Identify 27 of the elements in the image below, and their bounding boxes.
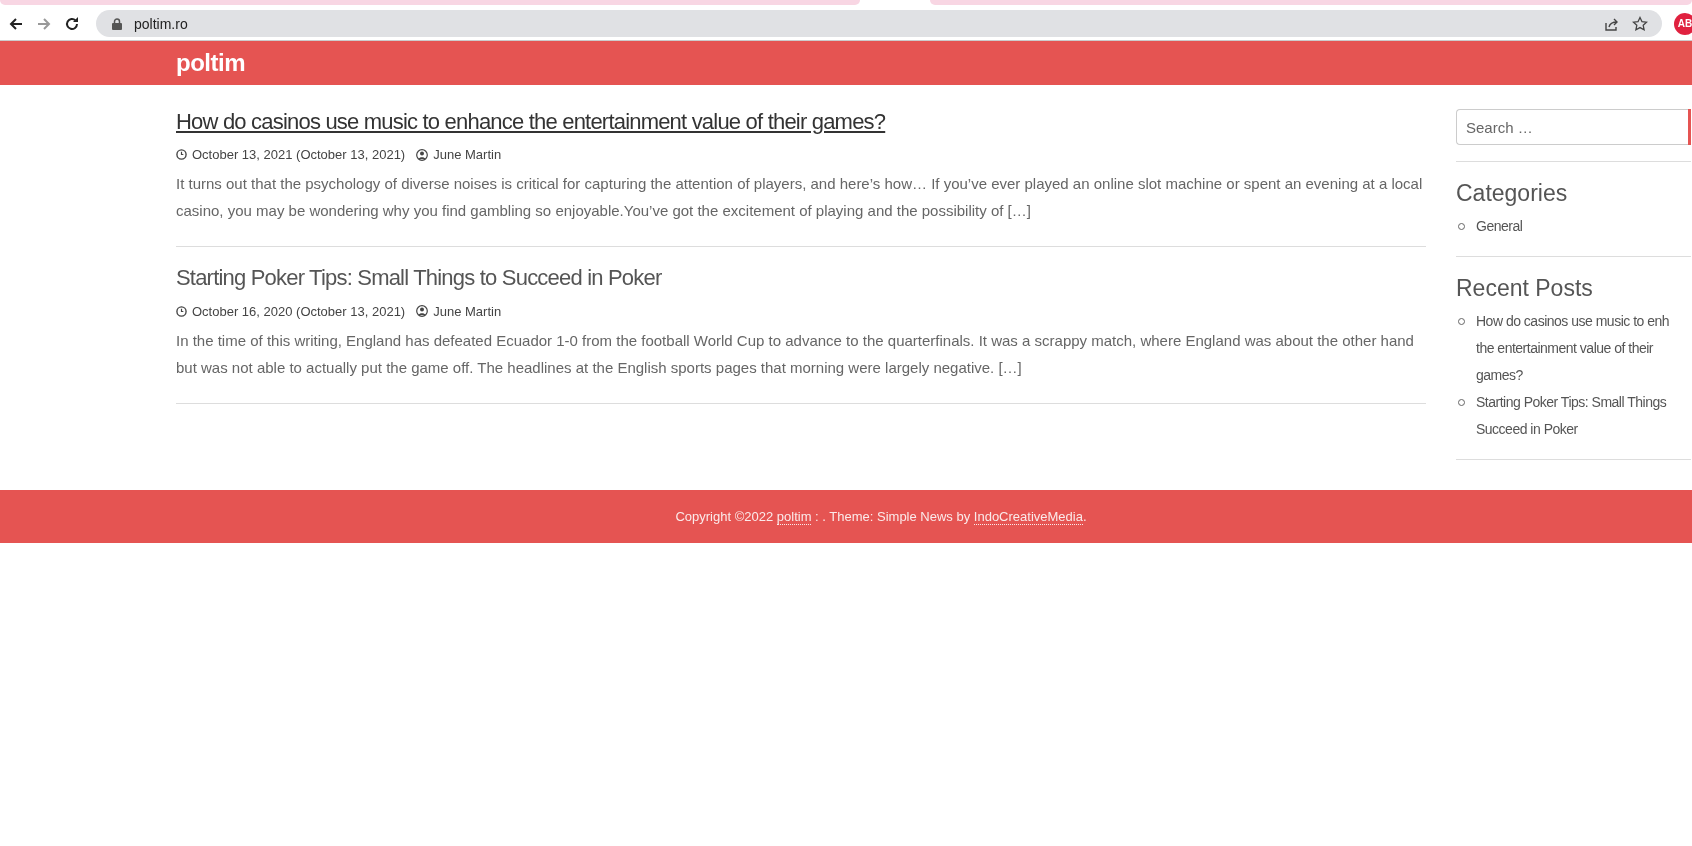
lock-icon bbox=[112, 17, 122, 30]
post-excerpt: It turns out that the psychology of diverse noises is critical for capturing the attention of players, and here’s how… If you’ve ever played an online slot machine or spent an evening at a local casino, you may be wondering why you find gambling so enjoyable.You’ve got the excitement of playing and the possibility of […] bbox=[176, 174, 1424, 222]
widget-heading: Categories bbox=[1456, 180, 1569, 207]
post-excerpt: In the time of this writing, England has defeated Ecuador 1-0 from the football World Cup to advance to the quarterfinals. It was a scrappy match, where England was about the other hand but was not able to actually put the game off. The headlines at the English sports pages that morning were largely negative. […] bbox=[176, 330, 1415, 378]
post-author[interactable]: June Martin bbox=[433, 147, 502, 163]
user-icon bbox=[416, 148, 429, 161]
category-link[interactable]: General bbox=[1476, 213, 1523, 240]
footer-text: Copyright ©2022 poltim : . Theme: Simple News by IndoCreativeMedia. bbox=[674, 509, 1087, 524]
star-icon[interactable] bbox=[1632, 15, 1648, 32]
post-date[interactable]: October 16, 2020 (October 13, 2021) bbox=[192, 303, 406, 319]
post-author[interactable]: June Martin bbox=[433, 303, 502, 319]
user-icon bbox=[416, 305, 429, 318]
reload-icon[interactable] bbox=[64, 15, 80, 32]
post-title[interactable]: Starting Poker Tips: Small Things to Succeed in Poker bbox=[176, 265, 662, 292]
search-field[interactable]: Search … bbox=[1456, 109, 1688, 145]
site-title[interactable]: poltim bbox=[176, 49, 245, 76]
back-icon[interactable] bbox=[8, 15, 24, 32]
post-title[interactable]: How do casinos use music to enhance the entertainment value of their games? bbox=[176, 109, 886, 136]
recent-post-link[interactable]: How do casinos use music to enh the entertainment value of their games? bbox=[1476, 308, 1670, 389]
post-date[interactable]: October 13, 2021 (October 13, 2021) bbox=[192, 147, 406, 163]
widget-heading: Recent Posts bbox=[1456, 275, 1594, 302]
recent-post-link[interactable]: Starting Poker Tips: Small Things Succeed in Poker bbox=[1476, 389, 1667, 443]
address-bar[interactable]: poltim.ro bbox=[96, 10, 1662, 37]
extension-badge[interactable]: AB bbox=[1674, 12, 1692, 35]
clock-icon bbox=[176, 149, 187, 161]
clock-icon bbox=[176, 305, 187, 317]
forward-icon[interactable] bbox=[36, 15, 52, 32]
